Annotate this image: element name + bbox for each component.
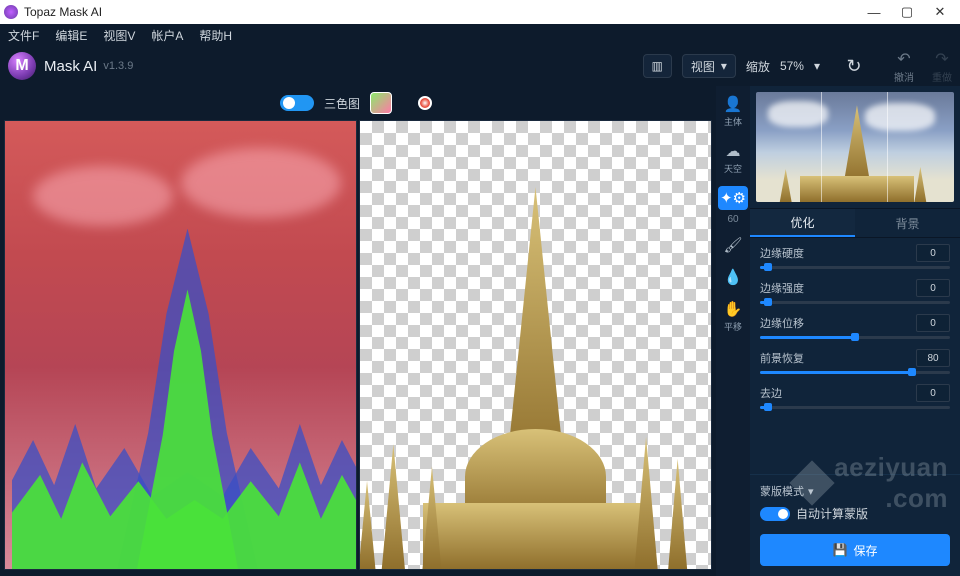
- product-version: v1.3.9: [103, 60, 133, 72]
- slider-value[interactable]: 0: [916, 384, 950, 402]
- window-close-button[interactable]: ✕: [924, 1, 956, 23]
- reset-button[interactable]: ↻: [840, 52, 868, 80]
- slider-4[interactable]: 去边 0: [760, 384, 950, 409]
- cloud-icon: ☁: [726, 142, 741, 160]
- menubar: 文件F 编辑E 视图V 帐户A 帮助H: [0, 24, 960, 46]
- slider-track[interactable]: [760, 371, 950, 374]
- slider-label: 边缘强度: [760, 280, 804, 296]
- redo-button[interactable]: ↷重做: [932, 49, 952, 84]
- window-titlebar: Topaz Mask AI — ▢ ✕: [0, 0, 960, 24]
- tab-background[interactable]: 背景: [855, 209, 960, 237]
- brush-icon: 🖌: [723, 236, 742, 254]
- slider-track[interactable]: [760, 406, 950, 409]
- window-minimize-button[interactable]: —: [858, 1, 890, 23]
- tool-eyedropper[interactable]: 💧: [718, 265, 748, 289]
- trimap-label: 三色图: [324, 95, 360, 112]
- tool-brush[interactable]: 🖌: [718, 233, 748, 257]
- undo-icon: ↶: [897, 49, 910, 69]
- product-name: Mask AI: [44, 58, 97, 75]
- brush-size: 60: [727, 214, 738, 225]
- layout-split-button[interactable]: ▥: [643, 54, 672, 78]
- preview-thumbnail[interactable]: [750, 86, 960, 208]
- tool-pan[interactable]: ✋平移: [718, 297, 748, 336]
- window-title: Topaz Mask AI: [24, 5, 102, 19]
- redo-icon: ↷: [935, 49, 948, 69]
- wand-icon: ✦⚙: [720, 189, 746, 207]
- zoom-value[interactable]: 57%: [780, 59, 804, 73]
- chevron-down-icon[interactable]: ▾: [808, 485, 814, 498]
- zoom-label: 缩放: [746, 58, 770, 75]
- slider-0[interactable]: 边缘硬度 0: [760, 244, 950, 269]
- slider-value[interactable]: 0: [916, 314, 950, 332]
- product-logo-icon: M: [8, 52, 36, 80]
- menu-account[interactable]: 帐户A: [151, 27, 183, 44]
- auto-mask-toggle[interactable]: 自动计算蒙版: [760, 505, 950, 522]
- slider-track[interactable]: [760, 336, 950, 339]
- slider-3[interactable]: 前景恢复 80: [760, 349, 950, 374]
- menu-file[interactable]: 文件F: [8, 27, 39, 44]
- tool-strip: 👤主体 ☁天空 ✦⚙ 60 🖌 💧 ✋平移: [716, 86, 750, 576]
- slider-value[interactable]: 0: [916, 244, 950, 262]
- right-panel: 优化 背景 边缘硬度 0 边缘强度 0 边缘位移 0 前景恢复 80 去边 0 蒙版模式 ▾ 自动…: [750, 86, 960, 576]
- slider-label: 前景恢复: [760, 350, 804, 366]
- auto-mask-label: 自动计算蒙版: [796, 505, 868, 522]
- slider-2[interactable]: 边缘位移 0: [760, 314, 950, 339]
- chevron-down-icon[interactable]: ▾: [814, 59, 820, 73]
- undo-button[interactable]: ↶撤消: [894, 49, 914, 84]
- trimap-overlay-icon[interactable]: [370, 92, 392, 114]
- slider-label: 去边: [760, 385, 782, 401]
- slider-track[interactable]: [760, 266, 950, 269]
- tool-sky[interactable]: ☁天空: [718, 139, 748, 178]
- slider-value[interactable]: 0: [916, 279, 950, 297]
- trimap-toggle[interactable]: [280, 95, 314, 111]
- mask-mode-label: 蒙版模式 ▾: [760, 483, 950, 499]
- tool-subject[interactable]: 👤主体: [718, 92, 748, 131]
- menu-view[interactable]: 视图V: [103, 27, 135, 44]
- view-dropdown[interactable]: 视图 ▾: [682, 54, 736, 78]
- tool-ai-brush[interactable]: ✦⚙: [718, 186, 748, 210]
- menu-help[interactable]: 帮助H: [199, 27, 232, 44]
- save-button[interactable]: 💾 保存: [760, 534, 950, 566]
- slider-label: 边缘位移: [760, 315, 804, 331]
- slider-track[interactable]: [760, 301, 950, 304]
- slider-value[interactable]: 80: [916, 349, 950, 367]
- app-logo-icon: [4, 5, 18, 19]
- chevron-down-icon: ▾: [721, 59, 727, 73]
- app-header: M Mask AI v1.3.9 ▥ 视图 ▾ 缩放 57% ▾ ↻ ↶撤消 ↷…: [0, 46, 960, 86]
- hand-icon: ✋: [724, 300, 743, 318]
- mask-preview-icon[interactable]: [414, 92, 436, 114]
- result-viewport[interactable]: [359, 120, 712, 570]
- save-icon: 💾: [833, 543, 848, 557]
- tab-refine[interactable]: 优化: [750, 209, 855, 237]
- menu-edit[interactable]: 编辑E: [55, 27, 87, 44]
- trimap-viewport[interactable]: [4, 120, 357, 570]
- slider-1[interactable]: 边缘强度 0: [760, 279, 950, 304]
- slider-label: 边缘硬度: [760, 245, 804, 261]
- person-icon: 👤: [724, 95, 743, 113]
- window-maximize-button[interactable]: ▢: [891, 1, 923, 23]
- canvas-toolbar: 三色图: [4, 86, 712, 120]
- eyedropper-icon: 💧: [724, 268, 743, 286]
